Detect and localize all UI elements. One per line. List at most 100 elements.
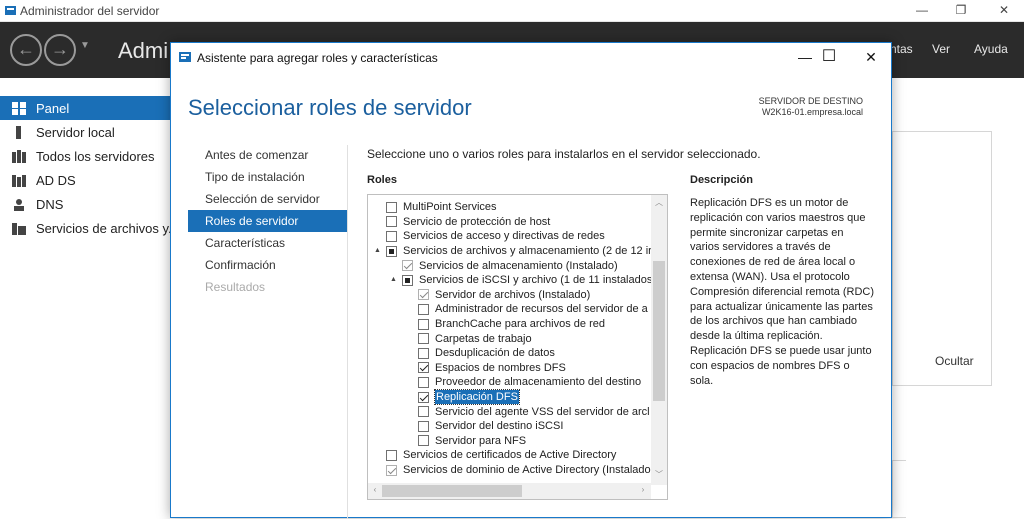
wizard-nav-antes-de-comenzar[interactable]: Antes de comenzar [205, 144, 308, 166]
back-arrow-icon[interactable]: ← [10, 34, 42, 66]
dialog-title: Asistente para agregar roles y caracterí… [197, 51, 438, 65]
role-checkbox[interactable] [386, 216, 397, 228]
sidebar-item-label: Servicios de archivos y... [36, 220, 170, 236]
role-item[interactable]: Proveedor de almacenamiento del destino [418, 375, 641, 390]
add-roles-wizard-dialog: Asistente para agregar roles y caracterí… [170, 42, 892, 519]
scroll-up-icon[interactable]: ︿ [652, 197, 666, 208]
nav-divider [347, 145, 348, 519]
dialog-title-bar: Asistente para agregar roles y caracterí… [171, 43, 891, 71]
wizard-nav-selecci-n-de-servidor[interactable]: Selección de servidor [205, 188, 320, 210]
role-item[interactable]: Servidor de archivos (Instalado) [418, 288, 590, 303]
forward-arrow-icon[interactable]: → [44, 34, 76, 66]
role-checkbox[interactable] [418, 376, 429, 388]
scroll-down-icon[interactable]: ﹀ [652, 469, 666, 480]
role-item[interactable]: Servicios de almacenamiento (Instalado) [402, 258, 618, 273]
role-item[interactable]: BranchCache para archivos de red [418, 317, 605, 332]
role-item[interactable]: Carpetas de trabajo [418, 331, 532, 346]
role-label: Servidor de archivos (Instalado) [435, 288, 591, 301]
restore-button[interactable]: ❐ [941, 0, 981, 22]
outer-title-bar: Administrador del servidor — ❐ ✕ [0, 0, 1024, 22]
role-item[interactable]: Servicios de acceso y directivas de rede… [386, 229, 605, 244]
role-checkbox[interactable] [418, 435, 429, 447]
role-item[interactable]: Espacios de nombres DFS [418, 361, 566, 376]
role-checkbox [386, 464, 397, 476]
expand-arrow-icon[interactable]: ▲ [390, 273, 399, 287]
wizard-icon [179, 52, 191, 62]
role-item[interactable]: Servicio del agente VSS del servidor de … [418, 404, 650, 419]
role-label: Servicio de protección de host [403, 215, 551, 228]
wizard-nav-roles-de-servidor[interactable]: Roles de servidor [205, 210, 298, 232]
sidebar-item-panel[interactable]: Panel [0, 96, 170, 120]
file-services-icon [12, 222, 26, 235]
role-item[interactable]: Servidor del destino iSCSI [418, 419, 563, 434]
sidebar-item-servidor-local[interactable]: Servidor local [0, 120, 170, 144]
role-label: Servicios de iSCSI y archivo (1 de 11 in… [419, 274, 653, 287]
role-checkbox[interactable] [418, 347, 429, 359]
destination-server-name: W2K16-01.empresa.local [761, 107, 863, 117]
minimize-button[interactable]: — [902, 0, 942, 22]
role-item[interactable]: Administrador de recursos del servidor d… [418, 302, 648, 317]
role-label: Servicios de archivos y almacenamiento (… [403, 245, 652, 258]
menu-ayuda[interactable]: Ayuda [974, 42, 1008, 56]
role-checkbox[interactable] [386, 449, 397, 461]
dialog-close-button[interactable]: ✕ [849, 45, 893, 69]
role-item[interactable]: ▲ Servicios de iSCSI y archivo (1 de 11 i… [390, 273, 652, 288]
horizontal-scrollbar[interactable]: ‹ › [368, 483, 651, 499]
role-label: Carpetas de trabajo [435, 332, 532, 345]
role-checkbox[interactable] [386, 230, 397, 242]
role-item[interactable]: Servicios de dominio de Active Directory… [386, 463, 651, 478]
header-title: Admi [118, 38, 169, 63]
wizard-nav-tipo-de-instalaci-n[interactable]: Tipo de instalación [205, 166, 305, 188]
history-dropdown-icon[interactable]: ▼ [80, 40, 90, 51]
sidebar-item-dns[interactable]: DNS [0, 192, 170, 216]
role-item[interactable]: Replicación DFS [418, 389, 520, 406]
menu-ver[interactable]: Ver [932, 42, 950, 56]
sidebar-item-ad-ds[interactable]: AD DS [0, 168, 170, 192]
role-item[interactable]: ▲ Servicios de archivos y almacenamiento … [374, 244, 652, 259]
role-checkbox[interactable] [418, 362, 429, 374]
role-checkbox[interactable] [418, 406, 429, 418]
role-item[interactable]: Servicios de certificados de Active Dire… [386, 448, 616, 463]
horizontal-scroll-thumb[interactable] [382, 485, 522, 497]
role-item[interactable]: Servidor para NFS [418, 434, 526, 449]
wizard-nav-confirmaci-n[interactable]: Confirmación [205, 254, 276, 276]
scroll-left-icon[interactable]: ‹ [368, 485, 382, 494]
close-button[interactable]: ✕ [984, 0, 1024, 22]
wizard-nav-resultados: Resultados [205, 280, 266, 294]
ocultar-link[interactable]: Ocultar [935, 354, 974, 368]
sidebar-item-label: Servidor local [36, 124, 115, 140]
description-text: Replicación DFS es un motor de replicaci… [690, 197, 875, 387]
wizard-nav-caracter-sticas[interactable]: Características [205, 232, 285, 254]
role-item[interactable]: Desduplicación de datos [418, 346, 555, 361]
dashboard-icon [12, 101, 26, 115]
sidebar-item-label: Panel [36, 100, 70, 116]
scroll-right-icon[interactable]: › [636, 485, 650, 494]
role-checkbox[interactable] [418, 333, 429, 345]
vertical-scrollbar[interactable]: ︿ ﹀ [651, 195, 667, 485]
expand-arrow-icon[interactable]: ▲ [374, 244, 383, 258]
role-checkbox[interactable] [386, 201, 397, 213]
roles-heading: Roles [367, 174, 397, 186]
role-label: Proveedor de almacenamiento del destino [435, 376, 642, 389]
role-checkbox[interactable] [418, 391, 429, 403]
dialog-maximize-button[interactable]: ☐ [807, 45, 851, 69]
role-checkbox [402, 260, 413, 272]
background-panel-lower [892, 460, 906, 518]
role-checkbox[interactable] [402, 274, 413, 286]
role-label: Administrador de recursos del servidor d… [435, 303, 648, 316]
page-title: Seleccionar roles de servidor [188, 95, 472, 120]
role-checkbox[interactable] [418, 420, 429, 432]
roles-tree[interactable]: MultiPoint Services Servicio de protecció… [367, 194, 668, 500]
role-label: Servicios de acceso y directivas de rede… [403, 230, 605, 243]
role-checkbox[interactable] [386, 245, 397, 257]
outer-window-title: Administrador del servidor [20, 4, 160, 18]
role-item[interactable]: MultiPoint Services [386, 200, 497, 215]
role-item[interactable]: Servicio de protección de host [386, 215, 550, 230]
role-checkbox[interactable] [418, 303, 429, 315]
vertical-scroll-thumb[interactable] [653, 261, 665, 401]
role-checkbox[interactable] [418, 318, 429, 330]
menu-herramientas[interactable]: ntas [890, 42, 913, 56]
sidebar-item-servicios-de-archivos-y[interactable]: Servicios de archivos y... [0, 216, 170, 240]
role-label: MultiPoint Services [403, 201, 497, 214]
sidebar-item-todos-los-servidores[interactable]: Todos los servidores [0, 144, 170, 168]
